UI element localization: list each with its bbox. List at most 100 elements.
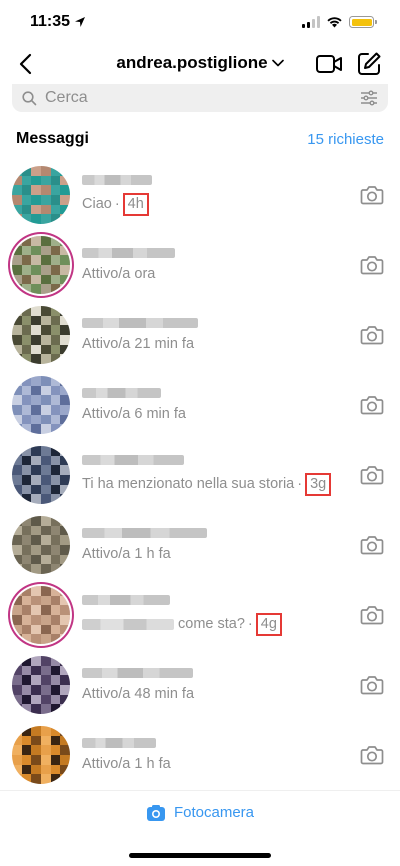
conversation-row[interactable]: Attivo/a 6 min fa <box>0 370 400 440</box>
camera-icon <box>360 466 384 485</box>
chevron-left-icon <box>19 53 32 75</box>
camera-reply-button[interactable] <box>358 461 386 489</box>
camera-reply-button[interactable] <box>358 601 386 629</box>
conversation-text: Attivo/a 48 min fa <box>82 668 400 702</box>
subtitle-text: Attivo/a 21 min fa <box>82 336 195 352</box>
camera-reply-button[interactable] <box>358 251 386 279</box>
avatar-pixelated-image <box>12 376 70 434</box>
camera-label[interactable]: Fotocamera <box>174 804 254 821</box>
camera-icon <box>146 804 165 821</box>
camera-icon <box>360 326 384 345</box>
avatar[interactable] <box>12 446 70 504</box>
conversation-text: come sta? · 4g <box>82 594 400 636</box>
camera-reply-button[interactable] <box>358 531 386 559</box>
username-redacted <box>82 738 156 748</box>
conversation-row[interactable]: Ciao · 4h <box>0 160 400 230</box>
compose-icon <box>358 52 381 75</box>
avatar[interactable] <box>12 166 70 224</box>
avatar-pixelated-image <box>12 306 70 364</box>
timestamp-highlighted: 4h <box>122 192 149 216</box>
avatar-pixelated-image <box>12 516 70 574</box>
conversation-row[interactable]: Ti ha menzionato nella sua storia · 3g <box>0 440 400 510</box>
avatar[interactable] <box>12 516 70 574</box>
camera-icon <box>360 396 384 415</box>
chat-header: andrea.postiglione <box>0 44 400 84</box>
conversation-text: Attivo/a 1 h fa <box>82 528 400 562</box>
conversation-row[interactable]: Attivo/a ora <box>0 230 400 300</box>
camera-reply-button[interactable] <box>358 181 386 209</box>
new-message-button[interactable] <box>354 50 384 78</box>
camera-icon <box>360 676 384 695</box>
username-redacted <box>82 318 198 328</box>
avatar[interactable] <box>12 726 70 784</box>
conversation-row[interactable]: Attivo/a 21 min fa <box>0 300 400 370</box>
avatar-pixelated-image <box>12 236 70 294</box>
avatar-pixelated-image <box>12 656 70 714</box>
battery-icon <box>349 16 377 28</box>
camera-icon <box>360 606 384 625</box>
search-bar <box>12 84 388 112</box>
conversation-text: Ti ha menzionato nella sua storia · 3g <box>82 454 400 496</box>
subtitle-text: Attivo/a 1 h fa <box>82 546 171 562</box>
conversation-subtitle: Attivo/a 48 min fa <box>82 686 400 702</box>
subtitle-text: come sta? <box>178 616 245 632</box>
conversation-text: Ciao · 4h <box>82 174 400 216</box>
wifi-icon <box>327 17 342 28</box>
conversation-text: Attivo/a 6 min fa <box>82 388 400 422</box>
conversation-row[interactable]: Attivo/a 48 min fa <box>0 650 400 720</box>
avatar[interactable] <box>12 586 70 644</box>
avatar[interactable] <box>12 236 70 294</box>
conversation-subtitle: Ciao · 4h <box>82 192 400 216</box>
home-indicator[interactable] <box>129 853 271 858</box>
username-redacted <box>82 388 161 398</box>
avatar-pixelated-image <box>12 166 70 224</box>
avatar[interactable] <box>12 306 70 364</box>
chevron-down-icon <box>271 59 284 67</box>
conversation-text: Attivo/a ora <box>82 248 400 282</box>
conversation-row[interactable]: Attivo/a 1 h fa <box>0 510 400 580</box>
camera-reply-button[interactable] <box>358 671 386 699</box>
avatar[interactable] <box>12 656 70 714</box>
separator-dot: · <box>114 196 120 212</box>
camera-icon <box>360 256 384 275</box>
subtitle-text: Attivo/a 48 min fa <box>82 686 195 702</box>
signal-icon <box>302 16 320 28</box>
location-arrow-icon <box>75 17 86 27</box>
camera-icon <box>360 536 384 555</box>
back-button[interactable] <box>12 49 40 79</box>
camera-bar[interactable]: Fotocamera <box>0 790 400 828</box>
conversation-text: Attivo/a 21 min fa <box>82 318 400 352</box>
search-input[interactable] <box>45 89 360 107</box>
timestamp-highlighted: 3g <box>305 472 332 496</box>
status-time-text: 11:35 <box>30 13 71 30</box>
filter-icon[interactable] <box>360 90 378 106</box>
username-redacted <box>82 174 152 185</box>
timestamp-highlighted: 4g <box>255 612 282 636</box>
account-username[interactable]: andrea.postiglione <box>116 53 267 73</box>
username-redacted <box>82 668 193 678</box>
messages-title: Messaggi <box>16 130 89 147</box>
messages-section-header: Messaggi 15 richieste <box>16 130 384 148</box>
video-call-button[interactable] <box>314 50 344 78</box>
subtitle-text: Ciao <box>82 196 112 212</box>
camera-reply-button[interactable] <box>358 741 386 769</box>
avatar[interactable] <box>12 376 70 434</box>
username-redacted <box>82 594 170 605</box>
conversation-subtitle: Ti ha menzionato nella sua storia · 3g <box>82 472 400 496</box>
search-icon <box>22 90 37 105</box>
conversation-subtitle: Attivo/a 21 min fa <box>82 336 400 352</box>
avatar-pixelated-image <box>12 586 70 644</box>
conversation-row[interactable]: Attivo/a 1 h fa <box>0 720 400 790</box>
system-icons <box>302 16 377 28</box>
subtitle-text: Attivo/a 1 h fa <box>82 756 171 772</box>
message-requests-link[interactable]: 15 richieste <box>307 131 384 148</box>
conversation-subtitle: Attivo/a 1 h fa <box>82 546 400 562</box>
camera-reply-button[interactable] <box>358 391 386 419</box>
conversation-row[interactable]: come sta? · 4g <box>0 580 400 650</box>
avatar-pixelated-image <box>12 726 70 784</box>
separator-dot: · <box>247 616 253 632</box>
avatar-pixelated-image <box>12 446 70 504</box>
camera-reply-button[interactable] <box>358 321 386 349</box>
conversation-subtitle: Attivo/a 1 h fa <box>82 756 400 772</box>
conversation-list: Ciao · 4h Attivo/a ora Attivo/a 21 min fa Att… <box>0 160 400 790</box>
